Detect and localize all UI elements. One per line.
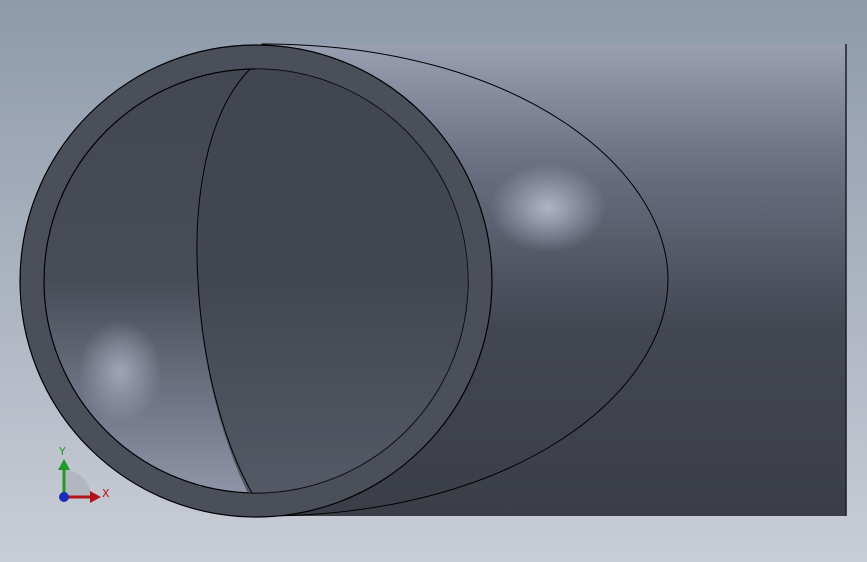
elbow-highlight	[490, 164, 606, 252]
graphics-viewport[interactable]: Y X	[0, 0, 867, 562]
bore-highlight	[78, 320, 162, 424]
x-axis-label: X	[102, 487, 110, 500]
z-axis-dot	[59, 492, 69, 502]
model-canvas[interactable]: Y X	[0, 0, 867, 562]
y-axis-label: Y	[58, 445, 66, 458]
